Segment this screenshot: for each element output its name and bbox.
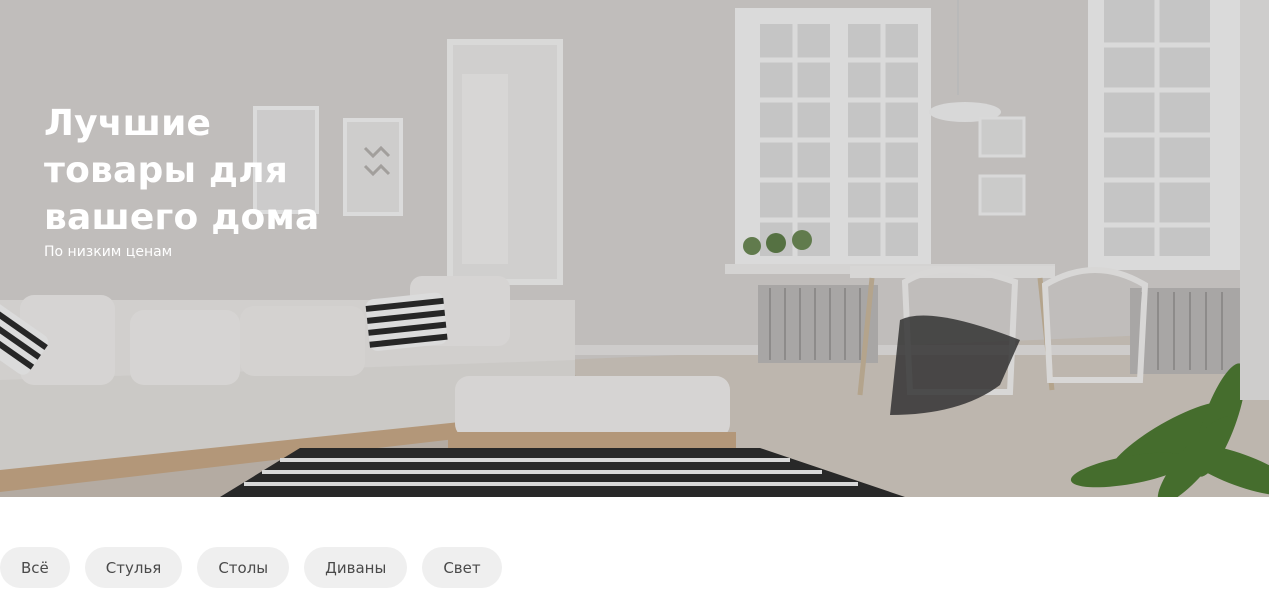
category-filter-bar: Всё Стулья Столы Диваны Свет [0,547,502,588]
filter-chip-all[interactable]: Всё [0,547,70,588]
filter-chip-tables[interactable]: Столы [197,547,290,588]
hero-banner: Лучшие товары для вашего дома По низким … [0,0,1269,497]
filter-chip-lighting[interactable]: Свет [422,547,502,588]
hero-title: Лучшие товары для вашего дома [44,103,320,238]
filter-chip-sofas[interactable]: Диваны [304,547,408,588]
hero-text-block: Лучшие товары для вашего дома По низким … [44,100,344,260]
hero-subtitle: По низким ценам [44,244,173,260]
filter-chip-chairs[interactable]: Стулья [84,547,183,588]
